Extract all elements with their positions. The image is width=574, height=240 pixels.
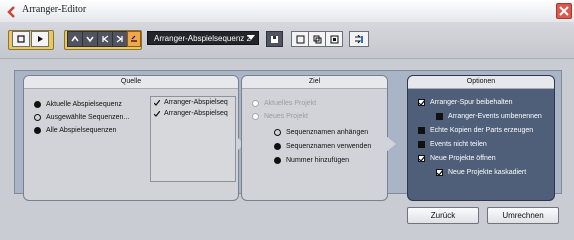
- quelle-option-current[interactable]: Aktuelle Abspielsequenz: [34, 101, 122, 108]
- option-label: Arranger-Events umbenennen: [448, 113, 542, 120]
- up-arrow-icon: [71, 35, 79, 42]
- radio-selected-icon: [274, 157, 281, 164]
- radio-selected-icon: [34, 127, 41, 134]
- ziel-panel: Ziel Aktuelles Projekt Neues Projekt Seq…: [241, 75, 388, 201]
- option-label: Neue Projekte kaskadiert: [448, 169, 527, 176]
- cubase-logo-icon: [7, 6, 15, 18]
- radio-disabled-icon: [252, 113, 259, 120]
- sequence-dropdown-value: Arranger-Abspielsequenz 2: [154, 34, 251, 43]
- flow-arrow-icon: [386, 136, 396, 152]
- quelle-title: Quelle: [24, 76, 238, 89]
- quelle-option-selected-sequences[interactable]: Ausgewählte Sequenzen...: [34, 114, 129, 121]
- move-up-button[interactable]: [67, 31, 83, 47]
- option-label: Aktuelles Projekt: [264, 100, 317, 107]
- ziel-option-use-names[interactable]: Sequenznamen verwenden: [274, 143, 371, 150]
- radio-unselected-icon: [34, 114, 41, 121]
- editor-main-area: Quelle Aktuelle Abspielsequenz Ausgewähl…: [14, 70, 562, 201]
- ziel-option-add-number[interactable]: Nummer hinzufügen: [274, 157, 349, 164]
- calculate-button[interactable]: Umrechnen: [487, 207, 559, 224]
- checkbox-checked-icon: [418, 99, 425, 106]
- option-label: Aktuelle Abspielsequenz: [46, 101, 122, 108]
- checkbox-unchecked-icon: [418, 127, 425, 134]
- list-item-label: Arranger-Abspielseq: [164, 110, 228, 117]
- option-keep-arranger-track[interactable]: Arranger-Spur beibehalten: [418, 99, 513, 106]
- option-label: Sequenznamen verwenden: [286, 143, 372, 150]
- option-label: Sequenznamen anhängen: [286, 129, 369, 136]
- sequence-listbox[interactable]: Arranger-Abspielseq Arranger-Abspielseq: [150, 96, 236, 182]
- quelle-option-all[interactable]: Alle Abspielsequenzen: [34, 127, 116, 134]
- checkmark-icon: [154, 110, 160, 117]
- option-label: Alle Abspielsequenzen: [46, 127, 117, 134]
- list-item[interactable]: Arranger-Abspielseq: [151, 108, 235, 119]
- ziel-option-append-names[interactable]: Sequenznamen anhängen: [274, 129, 368, 136]
- option-label: Neues Projekt: [264, 113, 308, 120]
- list-item-label: Arranger-Abspielseq: [164, 99, 228, 106]
- next-marker-button[interactable]: [112, 31, 128, 47]
- option-open-new-projects[interactable]: Neue Projekte öffnen: [418, 155, 496, 162]
- optionen-panel: Optionen Arranger-Spur beibehalten Arran…: [407, 75, 555, 201]
- previous-marker-button[interactable]: [97, 31, 113, 47]
- close-button[interactable]: [556, 3, 572, 19]
- option-label: Arranger-Spur beibehalten: [430, 99, 513, 106]
- list-item[interactable]: Arranger-Abspielseq: [151, 97, 235, 108]
- orange-edit-icon: [131, 35, 137, 42]
- edit-button[interactable]: [127, 31, 141, 47]
- checkbox-checked-icon: [436, 169, 443, 176]
- option-real-copies[interactable]: Echte Kopien der Parts erzeugen: [418, 127, 533, 134]
- flatten-button[interactable]: [349, 31, 369, 47]
- option-label: Ausgewählte Sequenzen...: [46, 114, 130, 121]
- option-no-split-events[interactable]: Events nicht teilen: [418, 141, 487, 148]
- back-button[interactable]: Zurück: [407, 207, 479, 224]
- ziel-title: Ziel: [242, 76, 387, 89]
- title-bar: Arranger-Editor: [0, 0, 574, 23]
- ziel-option-new-project[interactable]: Neues Projekt: [252, 113, 308, 120]
- window-title: Arranger-Editor: [22, 4, 87, 15]
- quelle-panel: Quelle Aktuelle Abspielsequenz Ausgewähl…: [23, 75, 239, 201]
- remove-button[interactable]: [325, 31, 343, 47]
- checkbox-unchecked-icon: [418, 141, 425, 148]
- square-stop-icon: [17, 35, 25, 43]
- sequence-dropdown[interactable]: Arranger-Abspielsequenz 2: [147, 31, 259, 45]
- save-button[interactable]: [266, 31, 283, 47]
- add-icon: [296, 35, 304, 43]
- option-label: Neue Projekte öffnen: [430, 155, 496, 162]
- radio-selected-icon: [274, 143, 281, 150]
- checkbox-unchecked-icon: [436, 113, 443, 120]
- checkmark-icon: [154, 99, 160, 106]
- option-cascade-new-projects[interactable]: Neue Projekte kaskadiert: [436, 169, 526, 176]
- radio-selected-icon: [34, 101, 41, 108]
- duplicate-icon: [313, 35, 321, 43]
- next-marker-icon: [116, 35, 123, 43]
- play-icon: [38, 36, 43, 42]
- toolbar: Arranger-Abspielsequenz 2: [0, 22, 574, 59]
- add-sequence-button[interactable]: [291, 31, 309, 47]
- duplicate-button[interactable]: [308, 31, 326, 47]
- option-label: Nummer hinzufügen: [286, 157, 350, 164]
- radio-disabled-icon: [252, 100, 259, 107]
- prev-marker-icon: [102, 35, 109, 43]
- ziel-option-current-project[interactable]: Aktuelles Projekt: [252, 100, 316, 107]
- checkbox-checked-icon: [418, 155, 425, 162]
- move-down-button[interactable]: [82, 31, 98, 47]
- down-arrow-icon: [86, 36, 94, 43]
- chevron-down-icon: [247, 35, 255, 40]
- option-rename-events[interactable]: Arranger-Events umbenennen: [436, 113, 542, 120]
- remove-icon: [330, 35, 338, 43]
- option-label: Events nicht teilen: [430, 141, 487, 148]
- optionen-title: Optionen: [408, 76, 554, 89]
- play-button[interactable]: [31, 31, 49, 47]
- option-label: Echte Kopien der Parts erzeugen: [430, 127, 534, 134]
- arranger-editor-window: Arranger-Editor Arranger-Abspielsequenz …: [0, 0, 574, 240]
- radio-unselected-icon: [274, 129, 281, 136]
- flatten-icon: [355, 34, 363, 43]
- stop-button[interactable]: [12, 31, 30, 47]
- save-icon: [271, 35, 278, 43]
